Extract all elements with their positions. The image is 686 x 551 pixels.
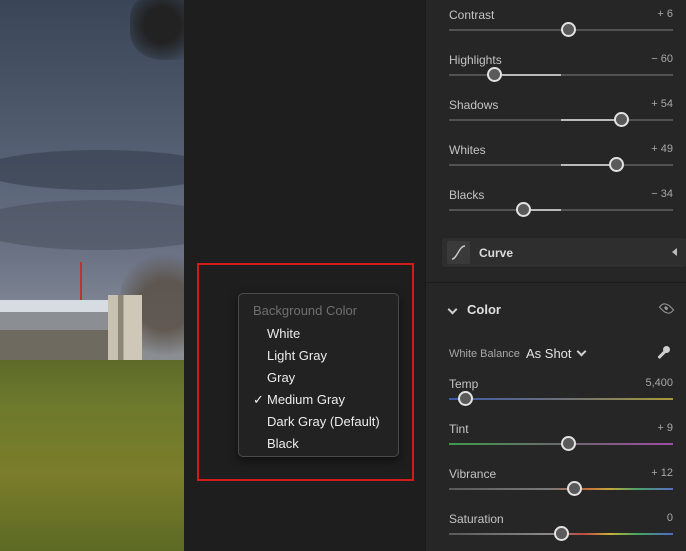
white-balance-row: White Balance As Shot xyxy=(449,345,673,365)
slider-label: Temp xyxy=(449,377,479,391)
slider-knob[interactable] xyxy=(457,391,473,406)
slider-track[interactable] xyxy=(449,74,673,76)
menu-item-white[interactable]: White xyxy=(239,323,398,345)
slider-track[interactable] xyxy=(449,488,673,490)
slider-label: Shadows xyxy=(449,98,499,112)
slider-label: Whites xyxy=(449,143,486,157)
slider-value[interactable]: − 60 xyxy=(651,53,673,65)
cloud xyxy=(0,200,184,250)
background-color-menu: Background Color White Light Gray Gray ✓… xyxy=(238,293,399,457)
tint-slider-row: Tint + 9 xyxy=(449,422,673,462)
menu-item-gray[interactable]: Gray xyxy=(239,367,398,389)
slider-value[interactable]: 5,400 xyxy=(645,377,673,389)
contrast-slider-row: Contrast + 6 xyxy=(449,8,673,48)
slider-knob[interactable] xyxy=(614,112,630,127)
slider-track[interactable] xyxy=(449,164,673,166)
menu-item-dark-gray[interactable]: Dark Gray (Default) xyxy=(239,411,398,433)
color-title: Color xyxy=(467,302,501,317)
saturation-slider-row: Saturation 0 xyxy=(449,512,673,551)
menu-item-label: Black xyxy=(267,436,299,451)
divider xyxy=(426,282,686,283)
chevron-down-icon[interactable] xyxy=(576,346,587,357)
menu-item-label: Medium Gray xyxy=(267,392,346,407)
slider-knob[interactable] xyxy=(608,157,624,172)
slider-value[interactable]: − 34 xyxy=(651,188,673,200)
slider-label: Vibrance xyxy=(449,467,497,481)
slider-value[interactable]: + 9 xyxy=(657,422,673,434)
vibrance-slider-row: Vibrance + 12 xyxy=(449,467,673,507)
slider-value[interactable]: + 12 xyxy=(651,467,673,479)
slider-label: Tint xyxy=(449,422,469,436)
slider-knob[interactable] xyxy=(567,481,583,496)
highlights-slider-row: Highlights − 60 xyxy=(449,53,673,93)
slider-value[interactable]: 0 xyxy=(667,512,673,524)
slider-knob[interactable] xyxy=(560,436,576,451)
menu-item-medium-gray[interactable]: ✓ Medium Gray xyxy=(239,389,398,411)
chevron-down-icon[interactable] xyxy=(447,304,458,315)
slider-knob[interactable] xyxy=(560,22,576,37)
shadows-slider-row: Shadows + 54 xyxy=(449,98,673,138)
color-section-header[interactable]: Color xyxy=(447,300,675,321)
menu-item-label: Light Gray xyxy=(267,348,327,363)
slider-label: Saturation xyxy=(449,512,504,526)
eye-icon[interactable] xyxy=(658,300,675,317)
slider-track[interactable] xyxy=(449,119,673,121)
tree xyxy=(130,0,184,60)
curve-section-header[interactable]: Curve xyxy=(441,237,686,268)
temp-slider-row: Temp 5,400 xyxy=(449,377,673,417)
checkmark-icon: ✓ xyxy=(253,392,264,407)
slider-label: Blacks xyxy=(449,188,485,202)
slider-label: Highlights xyxy=(449,53,502,67)
slider-value[interactable]: + 6 xyxy=(657,8,673,20)
photo-preview xyxy=(0,0,184,551)
slider-knob[interactable] xyxy=(554,526,569,541)
slider-value[interactable]: + 54 xyxy=(651,98,673,110)
whites-slider-row: Whites + 49 xyxy=(449,143,673,183)
slider-knob[interactable] xyxy=(515,202,531,217)
slider-value[interactable]: + 49 xyxy=(651,143,673,155)
menu-item-light-gray[interactable]: Light Gray xyxy=(239,345,398,367)
edit-panel: Contrast + 6 Highlights − 60 Shadows + 5… xyxy=(425,0,686,551)
menu-item-label: Gray xyxy=(267,370,296,385)
slider-track[interactable] xyxy=(449,209,673,211)
slider-knob[interactable] xyxy=(486,67,502,82)
curve-icon xyxy=(447,241,470,264)
collapse-arrow-icon[interactable] xyxy=(672,248,677,256)
menu-item-label: Dark Gray (Default) xyxy=(267,414,380,429)
white-balance-select[interactable]: As Shot xyxy=(526,346,572,361)
curve-label: Curve xyxy=(479,246,514,260)
slider-label: Contrast xyxy=(449,8,495,22)
white-balance-label: White Balance xyxy=(449,348,520,360)
grass xyxy=(0,360,184,551)
menu-item-black[interactable]: Black xyxy=(239,433,398,455)
slider-track[interactable] xyxy=(449,398,673,400)
eyedropper-icon[interactable] xyxy=(655,345,671,363)
menu-title: Background Color xyxy=(253,303,358,318)
blacks-slider-row: Blacks − 34 xyxy=(449,188,673,228)
cloud xyxy=(0,150,184,190)
tower xyxy=(108,295,142,365)
menu-item-label: White xyxy=(267,326,301,341)
